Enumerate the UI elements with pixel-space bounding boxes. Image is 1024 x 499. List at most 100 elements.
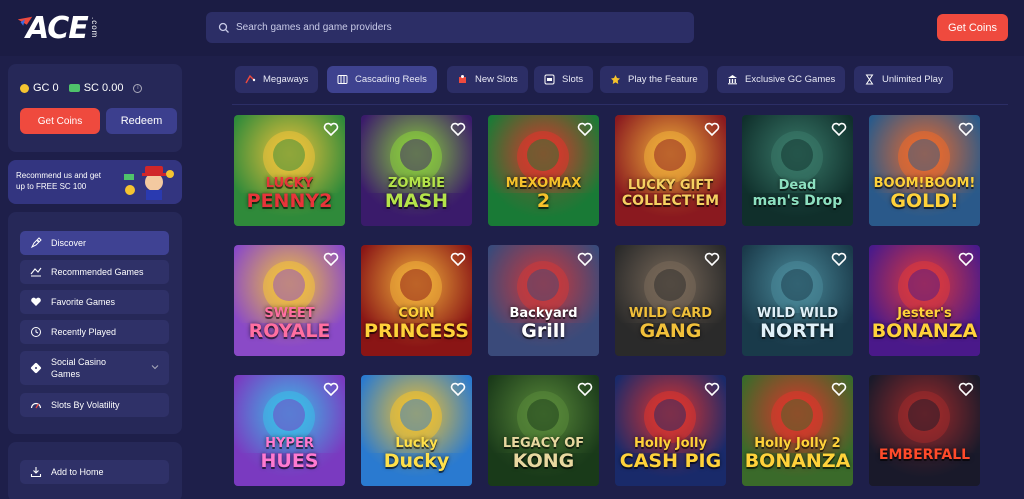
game-tile[interactable]: EMBERFALL (869, 375, 980, 486)
game-tile[interactable]: COIN PRINCESS (361, 245, 472, 356)
sidebar-item-add-to-home[interactable]: Add to Home (20, 460, 169, 484)
game-tile[interactable]: WILD WILD NORTH (742, 245, 853, 356)
sidebar-item-volatility[interactable]: Slots By Volatility (20, 393, 169, 417)
favorite-heart-icon[interactable] (831, 121, 847, 137)
game-title-line-1: WILD WILD (756, 305, 839, 321)
sc-balance: SC 0.00 (68, 82, 123, 94)
favorite-heart-icon[interactable] (831, 381, 847, 397)
sidebar-item-recommended[interactable]: Recommended Games (20, 260, 169, 284)
info-icon[interactable]: i (133, 83, 143, 93)
game-title-line-2: 2 (536, 189, 551, 212)
sidebar-item-label: Social Casino Games (51, 356, 106, 380)
game-tile[interactable]: Lucky Ducky (361, 375, 472, 486)
game-tile[interactable]: ZOMBIE MASH (361, 115, 472, 226)
ace-logo[interactable]: ACE .com (16, 10, 99, 46)
filter-play-the-feature[interactable]: Play the Feature (600, 66, 708, 93)
bank-icon (728, 75, 737, 85)
get-coins-button[interactable]: Get Coins (937, 14, 1008, 41)
filter-megaways[interactable]: Megaways (235, 66, 319, 93)
favorite-heart-icon[interactable] (577, 381, 593, 397)
game-title: Holly Jolly CASH PIG (620, 437, 721, 471)
game-title-line-2: GOLD! (890, 189, 959, 212)
megaways-icon (245, 74, 256, 84)
game-tile[interactable]: LEGACY OF KONG (488, 375, 599, 486)
filter-slots[interactable]: Slots (534, 66, 594, 93)
favorite-heart-icon[interactable] (958, 121, 974, 137)
search-input[interactable]: Search games and game providers (206, 12, 694, 43)
favorite-heart-icon[interactable] (958, 251, 974, 267)
sidebar-item-favorites[interactable]: Favorite Games (20, 290, 169, 314)
game-tile[interactable]: BOOM!BOOM! GOLD! (869, 115, 980, 226)
game-title: EMBERFALL (879, 446, 970, 462)
dice-icon (30, 362, 42, 374)
filter-label: Exclusive GC Games (745, 74, 836, 85)
favorite-heart-icon[interactable] (958, 381, 974, 397)
game-title: LUCKY GIFT COLLECT'EM (622, 179, 719, 208)
favorite-heart-icon[interactable] (323, 381, 339, 397)
favorite-heart-icon[interactable] (450, 121, 466, 137)
sidebar-item-label: Slots By Volatility (51, 400, 120, 410)
favorite-heart-icon[interactable] (704, 381, 720, 397)
label-line-2: Games (51, 369, 81, 379)
game-title-line-2: COLLECT'EM (621, 193, 720, 209)
favorite-heart-icon[interactable] (704, 251, 720, 267)
sidebar-get-coins-button[interactable]: Get Coins (20, 108, 100, 134)
sidebar-item-discover[interactable]: Discover (20, 231, 169, 255)
top-bar: ACE .com Search games and game providers… (0, 0, 1024, 56)
filter-label: Slots (562, 74, 584, 85)
filter-new-slots[interactable]: New Slots (447, 66, 528, 93)
filter-label: Unlimited Play (882, 74, 943, 85)
game-tile[interactable]: Jester's BONANZA (869, 245, 980, 356)
reels-icon (337, 75, 348, 84)
game-tile[interactable]: LUCKY GIFT COLLECT'EM (615, 115, 726, 226)
favorite-heart-icon[interactable] (704, 121, 720, 137)
game-tile[interactable]: MEXOMAX 2 (488, 115, 599, 226)
filter-unlimited-play[interactable]: Unlimited Play (854, 66, 953, 93)
logo-text: ACE (26, 10, 89, 46)
game-title-line-2: BONANZA (871, 319, 978, 342)
game-tile[interactable]: LUCKY PENNY2 (234, 115, 345, 226)
recommend-icon (30, 267, 42, 277)
filter-cascading-reels[interactable]: Cascading Reels (327, 66, 437, 93)
game-title-line-1: MEXOMAX (505, 175, 582, 191)
clock-icon (31, 327, 41, 337)
game-tile[interactable]: Holly Jolly 2 BONANZA (742, 375, 853, 486)
game-tile[interactable]: Dead man's Drop (742, 115, 853, 226)
game-title-line-2: PRINCESS (364, 319, 469, 342)
game-tile[interactable]: WILD CARD GANG (615, 245, 726, 356)
favorite-heart-icon[interactable] (450, 381, 466, 397)
favorite-heart-icon[interactable] (577, 121, 593, 137)
sidebar-item-social-casino[interactable]: Social Casino Games (20, 351, 169, 385)
game-title-line-2: man's Drop (752, 193, 843, 209)
game-tile[interactable]: Backyard Grill (488, 245, 599, 356)
feature-icon (611, 75, 620, 84)
game-title: Holly Jolly 2 BONANZA (745, 437, 851, 471)
game-tile[interactable]: HYPER HUES (234, 375, 345, 486)
favorite-heart-icon[interactable] (450, 251, 466, 267)
game-title-line-2: Grill (521, 319, 566, 342)
favorite-heart-icon[interactable] (323, 121, 339, 137)
favorite-heart-icon[interactable] (577, 251, 593, 267)
filter-exclusive-gc[interactable]: Exclusive GC Games (717, 66, 846, 93)
game-title-line-1: Backyard (509, 305, 578, 321)
gc-value: GC 0 (33, 82, 59, 94)
sidebar-item-label: Add to Home (51, 467, 104, 477)
sidebar-item-label: Discover (51, 238, 87, 248)
label-line-1: Social Casino (51, 357, 107, 367)
game-title-line-2: PENNY2 (246, 189, 333, 212)
favorite-heart-icon[interactable] (323, 251, 339, 267)
game-title-line-2: MASH (384, 189, 449, 212)
wallet-panel: GC 0 SC 0.00 i Get Coins Redeem (8, 64, 182, 152)
redeem-button[interactable]: Redeem (106, 108, 177, 134)
referral-promo[interactable]: Recommend us and get up to FREE SC 100 (8, 160, 182, 204)
game-tile[interactable]: Holly Jolly CASH PIG (615, 375, 726, 486)
sidebar-item-recent[interactable]: Recently Played (20, 320, 169, 344)
search-placeholder: Search games and game providers (236, 22, 392, 33)
game-title-line-1: LUCKY GIFT (627, 178, 714, 193)
game-title: LEGACY OF KONG (503, 437, 584, 471)
game-title-line-1: HYPER (265, 435, 314, 451)
game-title: MEXOMAX 2 (506, 177, 581, 211)
chevron-down-icon[interactable] (151, 363, 159, 371)
favorite-heart-icon[interactable] (831, 251, 847, 267)
game-tile[interactable]: SWEET ROYALE (234, 245, 345, 356)
